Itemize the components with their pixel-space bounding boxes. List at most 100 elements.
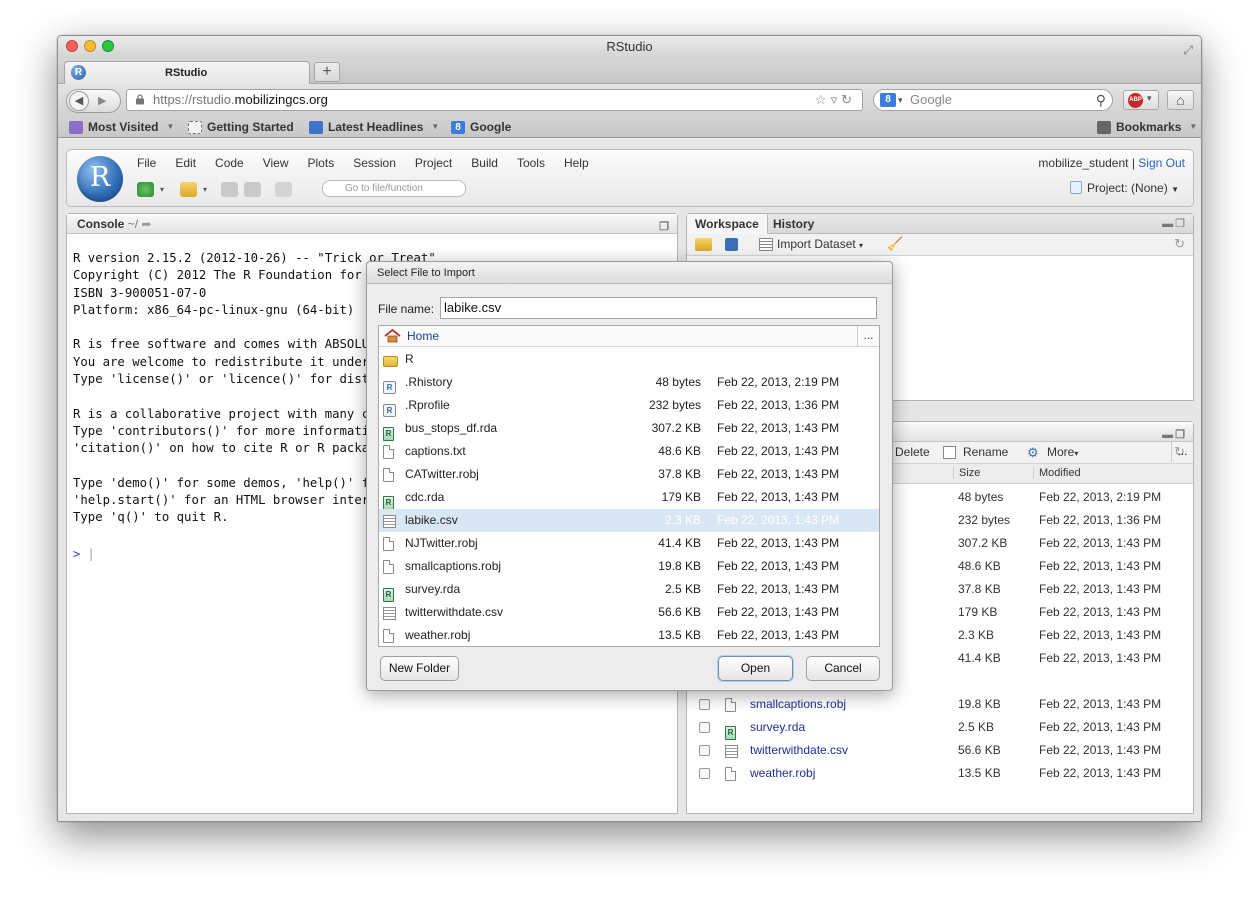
file-row[interactable]: NJTwitter.robj 41.4 KB Feb 22, 2013, 1:43 …	[379, 532, 879, 555]
table-row[interactable]: twitterwithdate.csv 56.6 KB Feb 22, 2013, …	[687, 739, 1193, 762]
new-file-icon[interactable]	[137, 181, 154, 197]
row-checkbox[interactable]	[699, 722, 710, 733]
file-row[interactable]: Rbus_stops_df.rda 307.2 KB Feb 22, 2013, 1…	[379, 417, 879, 441]
file-size: 2.5 KB	[664, 582, 701, 596]
files-more-button[interactable]: ...	[1171, 442, 1193, 462]
file-link[interactable]: weather.robj	[750, 762, 815, 785]
file-row[interactable]: labike.csv 2.3 KB Feb 22, 2013, 1:43 PM	[379, 509, 879, 532]
save-all-icon[interactable]	[244, 181, 262, 197]
breadcrumb: Home ...	[379, 326, 879, 347]
file-link[interactable]: survey.rda	[750, 716, 805, 739]
menu-session[interactable]: Session	[353, 156, 396, 170]
new-folder-button[interactable]: New Folder	[380, 656, 459, 681]
row-checkbox[interactable]	[699, 768, 710, 779]
sign-out-link[interactable]: Sign Out	[1138, 156, 1185, 170]
file-row[interactable]: captions.txt 48.6 KB Feb 22, 2013, 1:43 PM	[379, 440, 879, 463]
back-button[interactable]: ◀	[69, 91, 89, 111]
adblock-icon: ABP	[1128, 93, 1143, 108]
select-file-dialog: Select File to Import File name: labike.…	[366, 261, 893, 691]
dialog-title: Select File to Import	[367, 262, 892, 284]
col-size[interactable]: Size	[953, 467, 980, 479]
google-search-engine-icon[interactable]: 8	[880, 93, 896, 107]
rename-button[interactable]: Rename	[963, 445, 1008, 459]
menu-help[interactable]: Help	[564, 156, 589, 170]
menu-code[interactable]: Code	[215, 156, 244, 170]
file-row[interactable]: CATwitter.robj 37.8 KB Feb 22, 2013, 1:43 …	[379, 463, 879, 486]
open-file-icon[interactable]	[180, 181, 198, 197]
go-to-directory-icon[interactable]: ➦	[141, 217, 151, 231]
zoom-window-button[interactable]	[102, 40, 114, 52]
bookmark-getting-started[interactable]: Getting Started	[188, 116, 294, 138]
file-link[interactable]: smallcaptions.robj	[750, 693, 846, 716]
close-window-button[interactable]	[66, 40, 78, 52]
console-prompt[interactable]: > |	[73, 547, 95, 561]
save-icon[interactable]	[221, 181, 239, 197]
home-link[interactable]: Home	[407, 329, 439, 343]
pane-size-icons[interactable]: ▬❐	[1162, 217, 1187, 230]
menu-build[interactable]: Build	[471, 156, 498, 170]
page-icon	[188, 120, 202, 134]
file-row[interactable]: R .Rprofile 232 bytes Feb 22, 2013, 1:36 PM	[379, 394, 879, 417]
goto-file-input[interactable]: Go to file/function	[322, 180, 466, 197]
row-checkbox[interactable]	[699, 745, 710, 756]
file-row[interactable]: twitterwithdate.csv 56.6 KB Feb 22, 2013, …	[379, 601, 879, 624]
menu-project[interactable]: Project	[415, 156, 452, 170]
load-workspace-icon[interactable]	[695, 238, 712, 251]
cancel-button[interactable]: Cancel	[806, 656, 880, 681]
file-link[interactable]: twitterwithdate.csv	[750, 739, 848, 762]
menu-plots[interactable]: Plots	[308, 156, 335, 170]
bookmark-latest-headlines[interactable]: Latest Headlines ▼	[309, 116, 439, 138]
file-row[interactable]: smallcaptions.robj 19.8 KB Feb 22, 2013, 1…	[379, 555, 879, 578]
file-row[interactable]: R .Rhistory 48 bytes Feb 22, 2013, 2:19 PM	[379, 371, 879, 394]
rda-file-icon: R	[383, 427, 394, 441]
bookmarks-menu[interactable]: Bookmarks ▼	[1097, 116, 1197, 138]
bookmark-label: Getting Started	[207, 120, 294, 134]
table-row[interactable]: weather.robj 13.5 KB Feb 22, 2013, 1:43 PM	[687, 762, 1193, 785]
new-tab-button[interactable]: +	[314, 62, 340, 82]
chevron-down-icon[interactable]: ▾	[203, 185, 207, 194]
project-menu[interactable]: Project: (None) ▼	[1070, 181, 1179, 195]
file-row[interactable]: Rsurvey.rda 2.5 KB Feb 22, 2013, 1:43 PM	[379, 578, 879, 602]
import-dataset-icon	[759, 238, 773, 251]
table-row[interactable]: Rsurvey.rda 2.5 KB Feb 22, 2013, 1:43 PM	[687, 716, 1193, 740]
adblock-button[interactable]: ABP ▾	[1123, 90, 1159, 110]
browser-tab[interactable]: R RStudio	[64, 61, 310, 84]
tab-history[interactable]: History	[765, 214, 822, 234]
forward-button[interactable]: ▶	[98, 94, 106, 107]
row-checkbox[interactable]	[699, 699, 710, 710]
chevron-down-icon[interactable]: ▾	[160, 185, 164, 194]
file-name-input[interactable]: labike.csv	[440, 297, 877, 319]
file-row[interactable]: weather.robj 13.5 KB Feb 22, 2013, 1:43 PM	[379, 624, 879, 646]
bookmark-label: Google	[470, 120, 512, 134]
history-dropdown-icon[interactable]: ▿	[831, 92, 842, 107]
clear-broom-icon[interactable]: 🧹	[887, 236, 903, 252]
star-icon[interactable]: ☆	[815, 92, 831, 107]
minimize-window-button[interactable]	[84, 40, 96, 52]
save-workspace-icon[interactable]	[725, 238, 738, 251]
menu-view[interactable]: View	[263, 156, 289, 170]
more-button[interactable]: More▾	[1047, 445, 1078, 459]
file-row[interactable]: Rcdc.rda 179 KB Feb 22, 2013, 1:43 PM	[379, 486, 879, 510]
search-bar[interactable]: 8 ▾ Google ⚲	[873, 89, 1113, 111]
col-modified[interactable]: Modified	[1033, 467, 1081, 479]
refresh-icon[interactable]: ↻	[1174, 236, 1185, 252]
tab-workspace[interactable]: Workspace	[687, 214, 768, 234]
open-button[interactable]: Open	[718, 656, 793, 681]
more-options-button[interactable]: ...	[857, 326, 879, 347]
menu-file[interactable]: File	[137, 156, 156, 170]
url-bar[interactable]: https://rstudio.mobilizingcs.org ☆▿↻	[126, 89, 863, 111]
bookmark-most-visited[interactable]: Most Visited ▼	[69, 116, 174, 138]
file-row[interactable]: R	[379, 348, 879, 371]
search-icon[interactable]: ⚲	[1096, 90, 1106, 110]
maximize-pane-icon[interactable]: ❐	[659, 217, 671, 237]
bookmark-google[interactable]: 8 Google	[451, 116, 511, 138]
table-row[interactable]: smallcaptions.robj 19.8 KB Feb 22, 2013, 1…	[687, 693, 1193, 716]
home-button[interactable]: ⌂	[1167, 90, 1194, 110]
reload-icon[interactable]: ↻	[841, 92, 856, 107]
menu-tools[interactable]: Tools	[517, 156, 545, 170]
chevron-down-icon: ▼	[1189, 122, 1198, 131]
delete-button[interactable]: Delete	[895, 445, 930, 459]
import-dataset-button[interactable]: Import Dataset ▾	[777, 237, 863, 251]
print-icon[interactable]	[275, 181, 293, 197]
menu-edit[interactable]: Edit	[175, 156, 196, 170]
